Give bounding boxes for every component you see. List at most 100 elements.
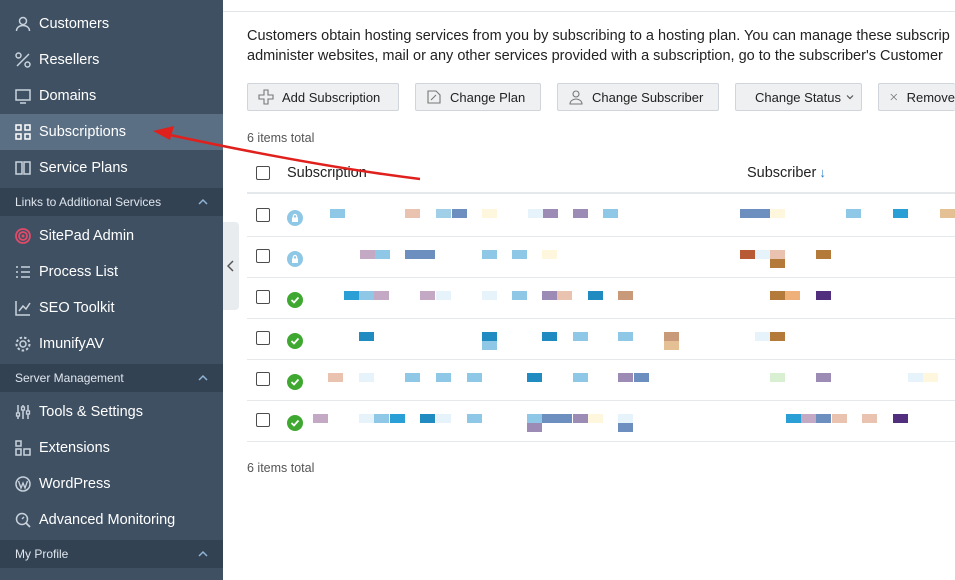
row-checkbox[interactable] (256, 249, 270, 263)
sidebar-item-domains[interactable]: Domains (0, 78, 223, 114)
subscriber-name-redacted (862, 414, 877, 423)
row-checkbox[interactable] (256, 290, 270, 304)
sidebar-item-label: WordPress (39, 476, 111, 492)
sidebar-item-label: Process List (39, 264, 118, 280)
subscription-name-redacted (527, 423, 542, 432)
subscription-name-redacted (542, 291, 557, 300)
select-all-checkbox[interactable] (256, 166, 270, 180)
subscriber-name-redacted (755, 250, 770, 259)
subscription-name-redacted (573, 414, 588, 423)
section-links-additional-services[interactable]: Links to Additional Services (0, 188, 223, 216)
button-label: Change Subscriber (592, 89, 704, 105)
change-plan-button[interactable]: Change Plan (415, 83, 541, 111)
sidebar-item-resellers[interactable]: Resellers (0, 42, 223, 78)
table-header: Subscription Subscriber ↓ (247, 152, 955, 194)
subscription-name-redacted (482, 209, 497, 218)
change-subscriber-button[interactable]: Change Subscriber (557, 83, 719, 111)
section-my-profile[interactable]: My Profile (0, 540, 223, 568)
sidebar-item-extensions[interactable]: Extensions (0, 430, 223, 466)
percent-icon (14, 51, 32, 69)
grid-icon (14, 123, 32, 141)
section-server-management[interactable]: Server Management (0, 364, 223, 392)
subscriber-name-redacted (816, 291, 831, 300)
change-status-dropdown[interactable]: Change Status (735, 83, 862, 111)
gear-icon (14, 335, 32, 353)
subscription-name-redacted (405, 250, 420, 259)
subscription-name-redacted (634, 373, 649, 382)
description-line-2: administer websites, mail or any other s… (247, 48, 943, 64)
table-row[interactable] (247, 401, 955, 442)
sidebar-item-label: Extensions (39, 440, 110, 456)
sort-desc-icon: ↓ (819, 165, 826, 180)
sidebar-item-wordpress[interactable]: WordPress (0, 466, 223, 502)
subscription-name-redacted (405, 209, 420, 218)
subscription-name-redacted (557, 414, 572, 423)
sidebar-item-seo-toolkit[interactable]: SEO Toolkit (0, 290, 223, 326)
subscriber-name-redacted (770, 332, 785, 341)
sidebar-item-service-plans[interactable]: Service Plans (0, 150, 223, 186)
subscription-name-redacted (664, 341, 679, 350)
button-label: Add Subscription (282, 89, 381, 105)
subscriber-name-redacted (893, 414, 908, 423)
wordpress-icon (14, 475, 32, 493)
section-label: My Profile (15, 547, 69, 561)
subscription-name-redacted (618, 373, 633, 382)
subscription-name-redacted (542, 250, 557, 259)
table-row[interactable] (247, 319, 955, 360)
subscription-name-redacted (482, 341, 497, 350)
items-total-bottom: 6 items total (247, 461, 315, 475)
subscription-name-redacted (482, 332, 497, 341)
sidebar-collapse-handle[interactable] (223, 222, 239, 310)
column-header-subscriber[interactable]: Subscriber ↓ (747, 165, 826, 181)
sidebar-item-subscriptions[interactable]: Subscriptions (0, 114, 223, 150)
sidebar-item-label: Resellers (39, 52, 100, 68)
sidebar-item-customers[interactable]: Customers (0, 6, 223, 42)
remove-button[interactable]: Remove (878, 83, 955, 111)
subscriber-name-redacted (908, 373, 923, 382)
sidebar-item-imunifyav[interactable]: ImunifyAV (0, 326, 223, 362)
table-row[interactable] (247, 196, 955, 237)
subscriber-name-redacted (940, 209, 955, 218)
subscription-name-redacted (528, 209, 543, 218)
subscriber-name-redacted (786, 414, 801, 423)
book-icon (14, 159, 32, 177)
row-checkbox[interactable] (256, 413, 270, 427)
table-row[interactable] (247, 237, 955, 278)
add-subscription-button[interactable]: Add Subscription (247, 83, 399, 111)
sidebar-item-advanced-monitoring[interactable]: Advanced Monitoring (0, 502, 223, 538)
subscriber-name-redacted (740, 250, 755, 259)
subscription-name-redacted (330, 209, 345, 218)
section-label: Server Management (15, 371, 124, 385)
subscription-name-redacted (360, 250, 375, 259)
subscription-name-redacted (390, 414, 405, 423)
row-checkbox[interactable] (256, 208, 270, 222)
row-checkbox[interactable] (256, 331, 270, 345)
sidebar-item-label: Subscriptions (39, 124, 127, 140)
sidebar-item-process-list[interactable]: Process List (0, 254, 223, 290)
subscription-name-redacted (573, 209, 588, 218)
table-row[interactable] (247, 360, 955, 401)
subscriber-name-redacted (832, 414, 847, 423)
subscription-name-redacted (542, 414, 557, 423)
subscription-name-redacted (359, 332, 374, 341)
table-row[interactable] (247, 278, 955, 319)
subscription-name-redacted (618, 332, 633, 341)
sidebar-item-sitepad-admin[interactable]: SitePad Admin (0, 218, 223, 254)
subscriber-name-redacted (770, 259, 785, 268)
lock-icon (287, 210, 303, 226)
monitor-icon (14, 87, 32, 105)
sitepad-icon (14, 227, 32, 245)
column-header-subscription[interactable]: Subscription (287, 165, 367, 181)
status-active-icon (287, 333, 303, 349)
chevron-up-icon (198, 374, 208, 381)
status-active-icon (287, 292, 303, 308)
subscriber-name-redacted (816, 373, 831, 382)
row-checkbox[interactable] (256, 372, 270, 386)
subscriber-name-redacted (755, 209, 770, 218)
subscription-name-redacted (436, 373, 451, 382)
subscription-name-redacted (374, 414, 389, 423)
sidebar-item-tools-settings[interactable]: Tools & Settings (0, 394, 223, 430)
subscription-name-redacted (618, 423, 633, 432)
status-active-icon (287, 374, 303, 390)
search-gauge-icon (14, 511, 32, 529)
